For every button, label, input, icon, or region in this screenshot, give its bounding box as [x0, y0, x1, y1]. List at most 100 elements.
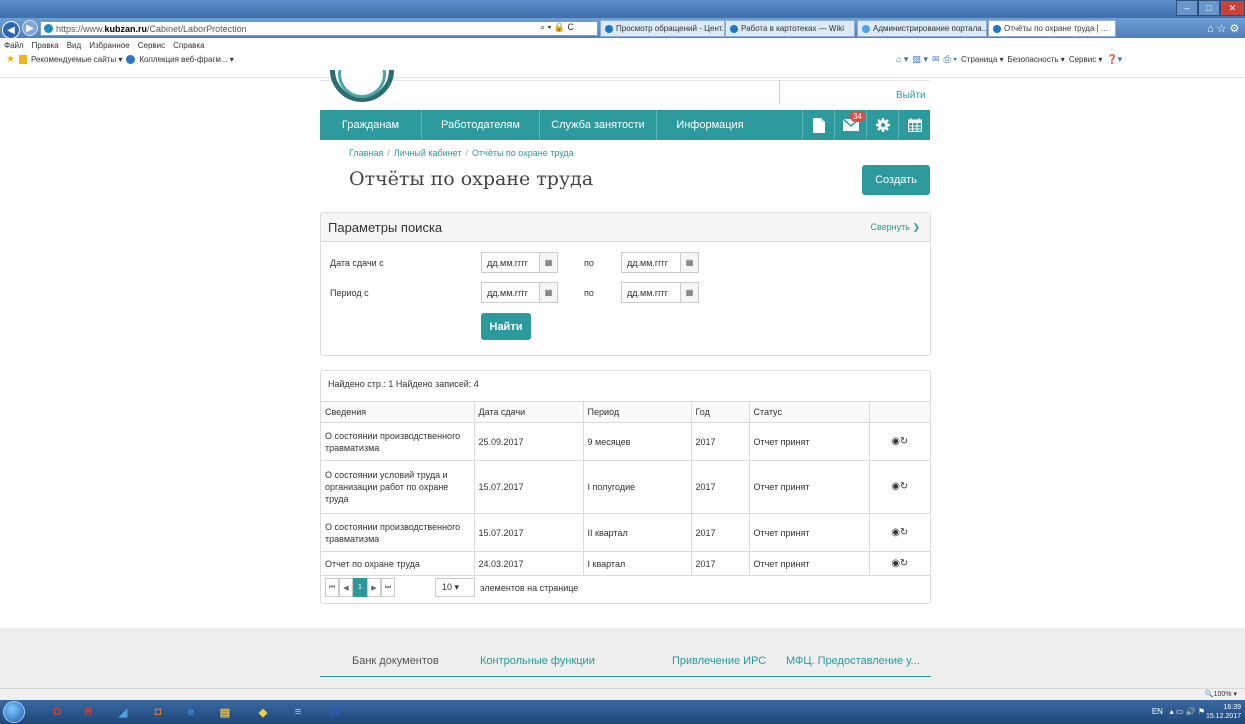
tab-labor-reports[interactable]: Отчёты по охране труда | ...✕ [988, 20, 1116, 37]
column-header-period[interactable]: Период [582, 401, 691, 423]
settings-gear-icon[interactable] [866, 110, 898, 140]
results-table: Сведения Дата сдачи Период Год Статус О … [321, 401, 930, 576]
home-icon[interactable]: ⌂ ▾ [896, 54, 908, 65]
breadcrumb-home[interactable]: Главная [349, 148, 383, 158]
yandex-icon[interactable]: Я [75, 703, 101, 721]
documents-icon[interactable] [802, 110, 834, 140]
nav-citizens[interactable]: Гражданам [320, 110, 422, 140]
feeds-icon[interactable]: ▧ ▾ [912, 54, 928, 65]
document-icon-svg [812, 117, 825, 133]
game-icon[interactable]: ◆ [250, 703, 276, 721]
breadcrumb-current[interactable]: Отчёты по охране труда [472, 148, 574, 158]
breadcrumb-cabinet[interactable]: Личный кабинет [394, 148, 462, 158]
site-logo[interactable] [330, 70, 394, 102]
nav-information[interactable]: Информация [657, 110, 763, 140]
tab-favicon-icon [862, 24, 870, 33]
ie-icon[interactable]: e [178, 703, 204, 721]
back-button[interactable]: ◀ [2, 21, 20, 39]
edit-icon[interactable]: ↻ [900, 481, 908, 492]
mail-icon[interactable]: ✉ [932, 54, 940, 65]
column-header-year[interactable]: Год [690, 401, 749, 423]
security-menu[interactable]: Безопасность ▾ [1008, 55, 1065, 64]
close-window-button[interactable]: ✕ [1220, 0, 1245, 16]
help-icon[interactable]: ❓▾ [1106, 54, 1122, 65]
calendar-icon[interactable] [898, 110, 930, 140]
web-slice-gallery-link[interactable]: Коллекция веб-фрагм... ▾ [139, 55, 233, 64]
favorites-star-icon[interactable]: ★ [6, 54, 15, 65]
footer-link-control[interactable]: Контрольные функции [463, 655, 656, 667]
pager-prev-button[interactable]: ◀ [339, 578, 353, 597]
date-from-input[interactable]: дд.мм.гггг ▦ [481, 252, 558, 273]
column-header-date[interactable]: Дата сдачи [473, 401, 583, 423]
footer-link-irs[interactable]: Привлечение ИРС [656, 655, 786, 667]
cell-status: Отчет принят [748, 551, 869, 576]
app-icon[interactable]: ◢ [110, 703, 136, 721]
cell-status: Отчет принят [748, 513, 869, 552]
clock[interactable]: 16:39 15.12.2017 [1206, 703, 1241, 721]
column-header-info[interactable]: Сведения [321, 401, 474, 423]
date-to-placeholder: дд.мм.гггг [627, 257, 669, 268]
menu-view[interactable]: Вид [67, 41, 81, 50]
edit-icon[interactable]: ↻ [900, 436, 908, 447]
recommended-sites-link[interactable]: Рекомендуемые сайты ▾ [31, 55, 122, 64]
column-header-status[interactable]: Статус [748, 401, 869, 423]
messages-icon[interactable]: 34 [834, 110, 866, 140]
page-menu[interactable]: Страница ▾ [961, 55, 1004, 64]
footer-link-mfc[interactable]: МФЦ. Предоставление у... [786, 655, 931, 667]
zoom-control[interactable]: 🔍100% ▾ [1205, 690, 1237, 698]
print-icon[interactable]: ⎙ ▾ [944, 54, 957, 65]
word-icon[interactable]: W [322, 703, 348, 721]
language-indicator[interactable]: EN [1152, 707, 1163, 716]
view-eye-icon[interactable]: ◉ [891, 436, 900, 447]
tab-admin[interactable]: Администрирование портала... [857, 20, 987, 37]
period-to-input[interactable]: дд.мм.гггг ▦ [621, 282, 699, 303]
menu-favorites[interactable]: Избранное [89, 41, 130, 50]
close-window-label: ✕ [1228, 2, 1237, 13]
view-eye-icon[interactable]: ◉ [891, 481, 900, 492]
calendar-icon[interactable]: ▦ [680, 283, 698, 302]
logout-link[interactable]: Выйти [896, 90, 926, 101]
page-size-select[interactable]: 10 ▾ [435, 578, 475, 597]
edit-icon[interactable]: ↻ [900, 527, 908, 538]
tools-menu[interactable]: Сервис ▾ [1069, 55, 1103, 64]
address-bar[interactable]: https://www. kubzan.ru /Cabinet/LaborPro… [40, 21, 598, 36]
calendar-icon[interactable]: ▦ [680, 253, 698, 272]
calendar-icon[interactable]: ▦ [539, 283, 557, 302]
tray-icons[interactable]: ▴ ▭ 🔊 ⚑ [1165, 707, 1205, 716]
menu-tools[interactable]: Сервис [138, 41, 165, 50]
nav-employment-service[interactable]: Служба занятости [540, 110, 657, 140]
tab-label: Работа в картотеках — Wiki [741, 24, 845, 33]
view-eye-icon[interactable]: ◉ [891, 558, 900, 569]
pager-last-button[interactable]: ⏭ [381, 578, 395, 597]
tab-wiki[interactable]: Работа в картотеках — Wiki [725, 20, 855, 37]
view-eye-icon[interactable]: ◉ [891, 527, 900, 538]
opera-icon[interactable]: O [44, 703, 70, 721]
browser-home-fav-settings-icons[interactable]: ⌂☆⚙ [1207, 22, 1242, 35]
nav-employers[interactable]: Работодателям [422, 110, 540, 140]
forward-button[interactable]: ▶ [22, 20, 38, 36]
pager-next-button[interactable]: ▶ [367, 578, 381, 597]
database-icon[interactable]: ≡ [285, 703, 311, 721]
date-to-input[interactable]: дд.мм.гггг ▦ [621, 252, 699, 273]
find-button[interactable]: Найти [481, 313, 531, 340]
menu-help[interactable]: Справка [173, 41, 204, 50]
pager-first-button[interactable]: ⏮ [325, 578, 339, 597]
pager-page-1[interactable]: 1 [353, 578, 367, 597]
explorer-icon[interactable]: ▤ [212, 703, 238, 721]
period-from-input[interactable]: дд.мм.гггг ▦ [481, 282, 558, 303]
menu-edit[interactable]: Правка [32, 41, 59, 50]
maximize-button[interactable]: □ [1198, 0, 1220, 16]
create-button[interactable]: Создать [862, 165, 930, 195]
start-button[interactable] [3, 701, 25, 723]
edit-icon[interactable]: ↻ [900, 558, 908, 569]
footer-link-documents[interactable]: Банк документов [320, 655, 463, 667]
media-icon[interactable]: ◘ [145, 703, 171, 721]
address-controls[interactable]: ⌕ ▾ 🔒 C [540, 22, 574, 33]
url-path: /Cabinet/LaborProtection [147, 23, 247, 34]
calendar-icon[interactable]: ▦ [539, 253, 557, 272]
collapse-link[interactable]: Свернуть ❯ [870, 222, 920, 233]
site-favicon-icon [44, 24, 53, 33]
menu-file[interactable]: Файл [4, 41, 24, 50]
tab-requests[interactable]: Просмотр обращений - Цент... [600, 20, 725, 37]
minimize-button[interactable]: – [1176, 0, 1198, 16]
